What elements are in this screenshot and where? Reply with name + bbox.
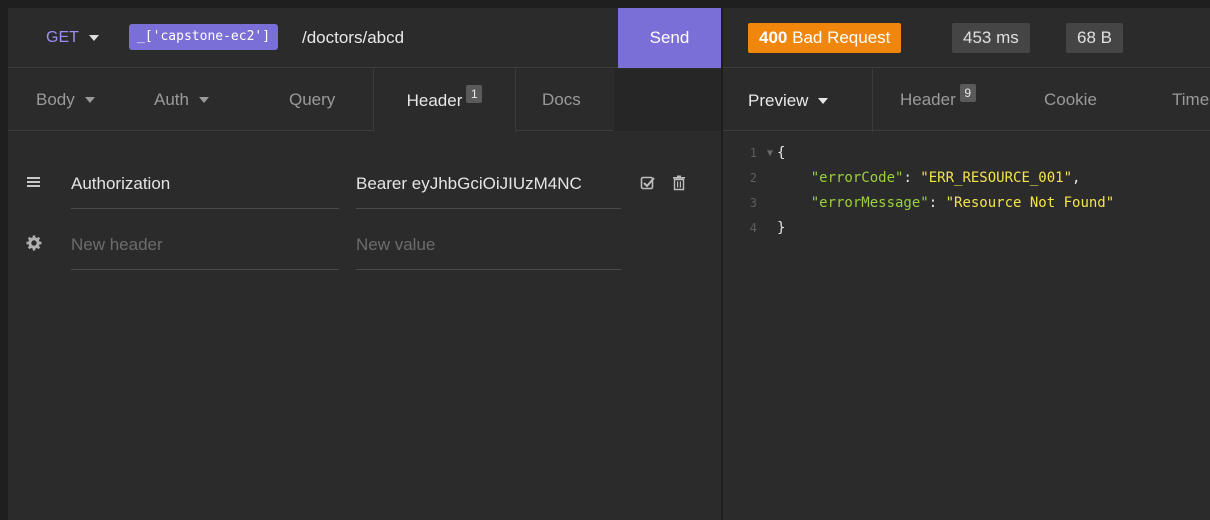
response-body-viewer[interactable]: 1 ▼{ 2 "errorCode": "ERR_RESOURCE_001", 3… xyxy=(723,141,1210,241)
json-brace: { xyxy=(777,145,786,161)
header-value-input[interactable]: Bearer eyJhbGciOiJIUzM4NC xyxy=(356,159,621,209)
json-comma: , xyxy=(1072,170,1081,186)
tab-cookie[interactable]: Cookie xyxy=(1044,69,1097,131)
send-button[interactable]: Send xyxy=(618,8,721,68)
new-header-name-input[interactable]: New header xyxy=(71,220,339,270)
tab-label: Preview xyxy=(748,90,809,110)
tab-docs[interactable]: Docs xyxy=(542,69,581,131)
response-time-badge: 453 ms xyxy=(952,23,1030,53)
gear-icon[interactable] xyxy=(25,234,43,252)
request-tabs: Body Auth Query Header 1 Docs xyxy=(8,69,721,132)
tab-auth[interactable]: Auth xyxy=(154,69,209,131)
tab-query[interactable]: Query xyxy=(289,69,335,131)
window-frame-left xyxy=(0,0,8,520)
url-path-input[interactable]: /doctors/abcd xyxy=(302,28,404,48)
tab-preview[interactable]: Preview xyxy=(723,69,873,132)
tab-timeline[interactable]: Timel xyxy=(1172,69,1210,131)
tab-label: Auth xyxy=(154,90,189,109)
response-tabs: Preview Header 9 Cookie Timel xyxy=(723,69,1210,132)
tab-label: Header xyxy=(406,90,463,110)
status-badge: 400 Bad Request xyxy=(748,23,902,53)
header-count-badge: 1 xyxy=(466,84,483,103)
window-frame-top xyxy=(0,0,1210,8)
response-header-count-badge: 9 xyxy=(959,84,976,102)
json-separator: : xyxy=(903,170,921,186)
new-header-row: New header New value xyxy=(8,220,721,270)
tab-body[interactable]: Body xyxy=(36,69,95,131)
json-separator: : xyxy=(928,195,946,211)
code-line: 2 "errorCode": "ERR_RESOURCE_001", xyxy=(723,166,1210,191)
tab-label: Docs xyxy=(542,90,581,109)
tab-bar-spacer xyxy=(614,69,721,131)
response-pane: 400 Bad Request 453 ms 68 B Preview Head… xyxy=(723,8,1210,520)
url-bar: GET _['capstone-ec2'] /doctors/abcd Send xyxy=(8,8,721,68)
tab-label: Query xyxy=(289,90,336,109)
header-row-actions xyxy=(640,175,686,196)
trash-icon[interactable] xyxy=(672,175,686,196)
json-value: "Resource Not Found" xyxy=(945,195,1115,211)
environment-variable-tag[interactable]: _['capstone-ec2'] xyxy=(129,24,279,50)
chevron-down-icon xyxy=(198,97,209,103)
json-key: "errorMessage" xyxy=(810,195,929,211)
line-number: 1 xyxy=(749,146,757,160)
new-header-value-input[interactable]: New value xyxy=(356,220,621,270)
json-key: "errorCode" xyxy=(810,170,904,186)
line-number: 4 xyxy=(749,221,757,235)
fold-arrow-icon[interactable]: ▼ xyxy=(767,141,777,166)
header-name-input[interactable]: Authorization xyxy=(71,159,339,209)
code-line: 3 "errorMessage": "Resource Not Found" xyxy=(723,191,1210,216)
line-number: 3 xyxy=(749,196,757,210)
method-dropdown[interactable]: GET xyxy=(46,29,99,47)
chevron-down-icon xyxy=(818,97,829,104)
json-brace: } xyxy=(777,220,786,236)
tab-response-header[interactable]: Header 9 xyxy=(900,69,976,131)
checkbox-checked-icon[interactable] xyxy=(640,175,656,196)
tab-label: Header xyxy=(900,90,956,109)
drag-handle-icon[interactable] xyxy=(25,173,43,191)
method-label: GET xyxy=(46,29,79,46)
line-number: 2 xyxy=(749,171,757,185)
tab-label: Timel xyxy=(1172,90,1210,109)
chevron-down-icon xyxy=(84,97,95,103)
response-status-bar: 400 Bad Request 453 ms 68 B xyxy=(723,8,1210,68)
request-pane: GET _['capstone-ec2'] /doctors/abcd Send… xyxy=(8,8,721,520)
response-size-badge: 68 B xyxy=(1066,23,1123,53)
tab-label: Body xyxy=(36,90,75,109)
header-row: Authorization Bearer eyJhbGciOiJIUzM4NC xyxy=(8,159,721,209)
json-value: "ERR_RESOURCE_001" xyxy=(920,170,1073,186)
chevron-down-icon xyxy=(88,35,99,41)
status-code: 400 xyxy=(759,28,788,47)
code-line: 1 ▼{ xyxy=(723,141,1210,166)
tab-label: Cookie xyxy=(1044,90,1097,109)
code-line: 4} xyxy=(723,216,1210,241)
status-text: Bad Request xyxy=(792,28,891,47)
tab-header[interactable]: Header 1 xyxy=(373,69,516,132)
